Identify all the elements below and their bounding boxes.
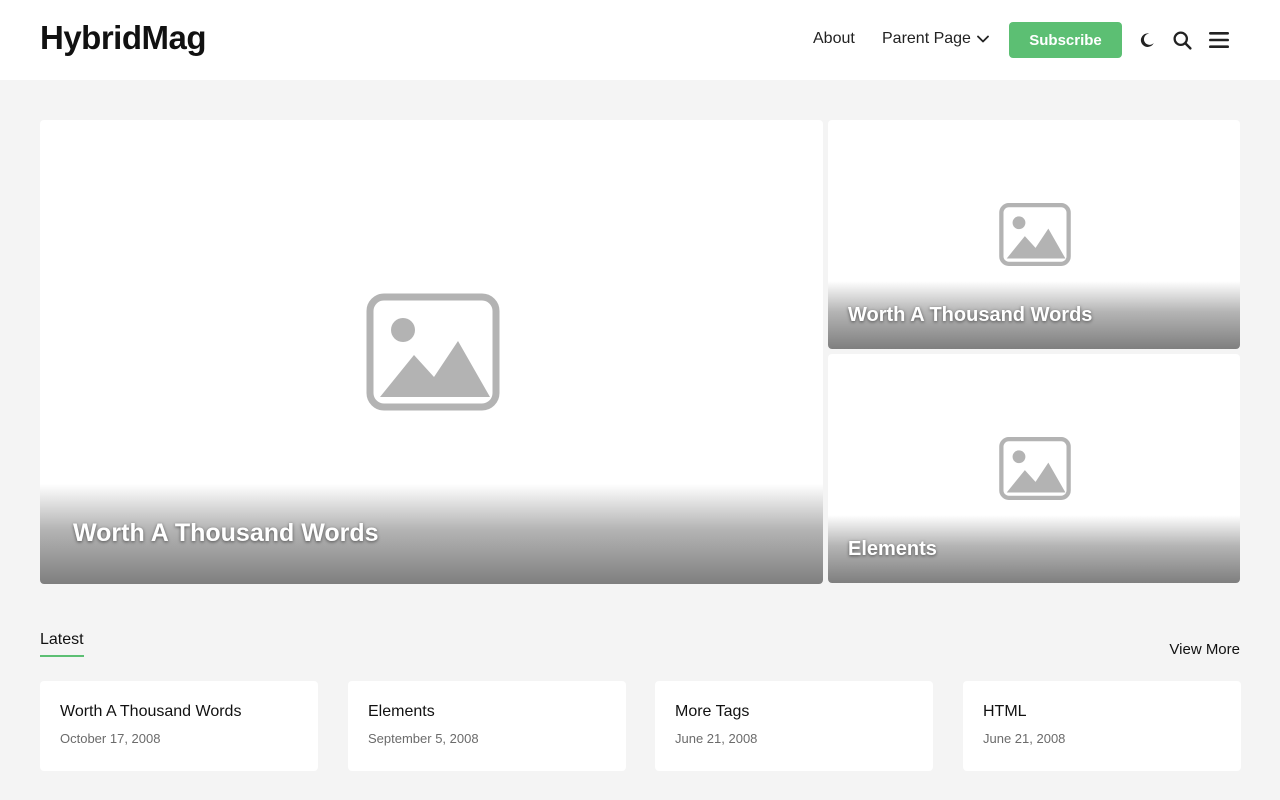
post-title[interactable]: Elements	[368, 703, 606, 721]
view-more-link[interactable]: View More	[1169, 641, 1240, 658]
post-date: June 21, 2008	[983, 731, 1066, 746]
nav-about[interactable]: About	[813, 30, 855, 48]
latest-post-card[interactable]: HTML June 21, 2008	[963, 681, 1241, 771]
moon-icon[interactable]	[1134, 27, 1160, 53]
chevron-down-icon	[977, 35, 989, 43]
latest-post-card[interactable]: More Tags June 21, 2008	[655, 681, 933, 771]
featured-side-title[interactable]: Worth A Thousand Words	[848, 304, 1092, 327]
featured-main-card[interactable]: Worth A Thousand Words	[40, 120, 823, 584]
featured-side-card[interactable]: Elements	[828, 354, 1240, 583]
featured-main-title[interactable]: Worth A Thousand Words	[73, 519, 379, 548]
post-title[interactable]: More Tags	[675, 703, 913, 721]
featured-side-card[interactable]: Worth A Thousand Words	[828, 120, 1240, 349]
post-date: June 21, 2008	[675, 731, 758, 746]
site-logo[interactable]: HybridMag	[40, 19, 207, 57]
post-title[interactable]: HTML	[983, 703, 1221, 721]
post-title[interactable]: Worth A Thousand Words	[60, 703, 298, 721]
menu-icon[interactable]	[1206, 27, 1232, 53]
latest-post-card[interactable]: Elements September 5, 2008	[348, 681, 626, 771]
latest-post-card[interactable]: Worth A Thousand Words October 17, 2008	[40, 681, 318, 771]
nav-parent-page[interactable]: Parent Page	[882, 30, 989, 48]
image-placeholder-icon	[999, 203, 1071, 266]
post-date: October 17, 2008	[60, 731, 161, 746]
latest-heading: Latest	[40, 631, 84, 657]
image-placeholder-icon	[999, 437, 1071, 500]
post-date: September 5, 2008	[368, 731, 479, 746]
site-header: HybridMag About Parent Page Subscribe	[0, 0, 1280, 80]
subscribe-button[interactable]: Subscribe	[1009, 22, 1122, 58]
nav-parent-page-label: Parent Page	[882, 30, 971, 47]
image-placeholder-icon	[366, 293, 500, 411]
search-icon[interactable]	[1169, 27, 1195, 53]
featured-side-title[interactable]: Elements	[848, 538, 937, 561]
